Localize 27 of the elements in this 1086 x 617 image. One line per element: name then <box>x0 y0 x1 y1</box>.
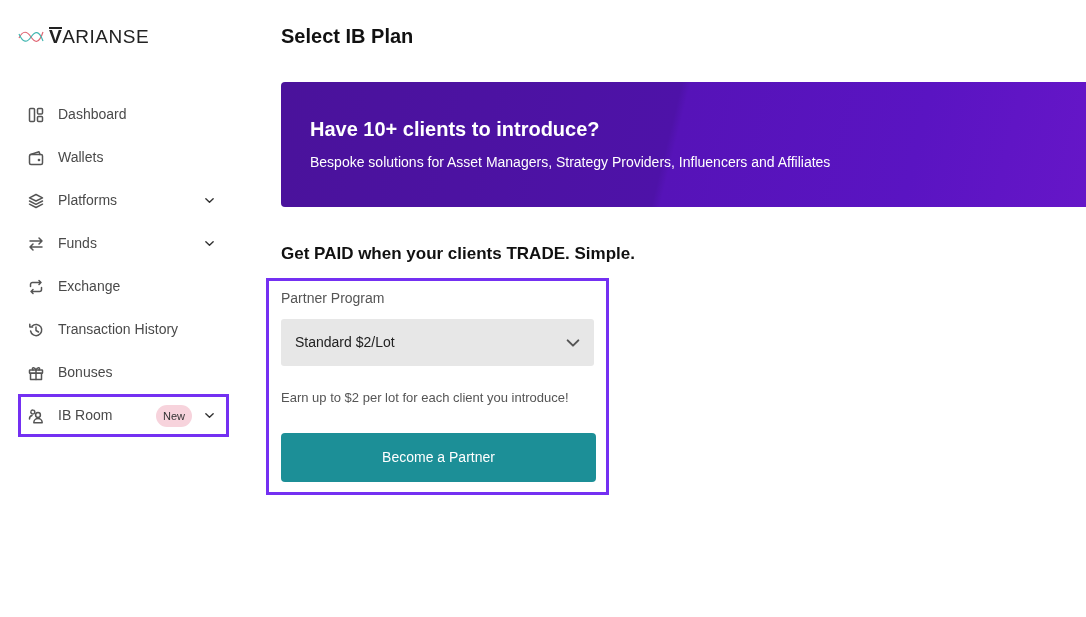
banner-subtitle: Bespoke solutions for Asset Managers, Strategy Providers, Influencers and Affiliates <box>310 153 832 172</box>
repeat-arrows-icon <box>28 278 44 295</box>
logo-wave-icon <box>18 29 44 45</box>
dashboard-icon <box>28 106 44 123</box>
gift-icon <box>28 364 44 381</box>
logo-text: VARIANSE <box>49 27 150 47</box>
program-select[interactable]: Standard $2/Lot <box>281 319 594 366</box>
sidebar-item[interactable]: Funds <box>18 222 229 265</box>
program-note: Earn up to $2 per lot for each client you introduce! <box>281 389 570 407</box>
users-icon <box>28 407 44 424</box>
banner-title: Have 10+ clients to introduce? <box>310 117 601 141</box>
new-badge: New <box>156 404 192 427</box>
become-partner-button[interactable]: Become a Partner <box>281 433 596 482</box>
sidebar-item[interactable]: Bonuses <box>18 351 229 394</box>
section-heading: Get PAID when your clients TRADE. Simple. <box>281 244 636 264</box>
sidebar-item[interactable]: Dashboard <box>18 93 229 136</box>
field-label: Partner Program <box>281 289 386 307</box>
layers-icon <box>28 192 44 209</box>
sidebar-item[interactable]: Exchange <box>18 265 229 308</box>
sidebar-item[interactable]: Wallets <box>18 136 229 179</box>
page-title: Select IB Plan <box>281 24 415 48</box>
sidebar-item[interactable]: IB Room New <box>18 394 229 437</box>
sidebar-item[interactable]: Platforms <box>18 179 229 222</box>
sidebar-item[interactable]: Transaction History <box>18 308 229 351</box>
wallet-icon <box>28 149 44 166</box>
transfer-arrows-icon <box>28 235 44 252</box>
history-icon <box>28 321 44 338</box>
